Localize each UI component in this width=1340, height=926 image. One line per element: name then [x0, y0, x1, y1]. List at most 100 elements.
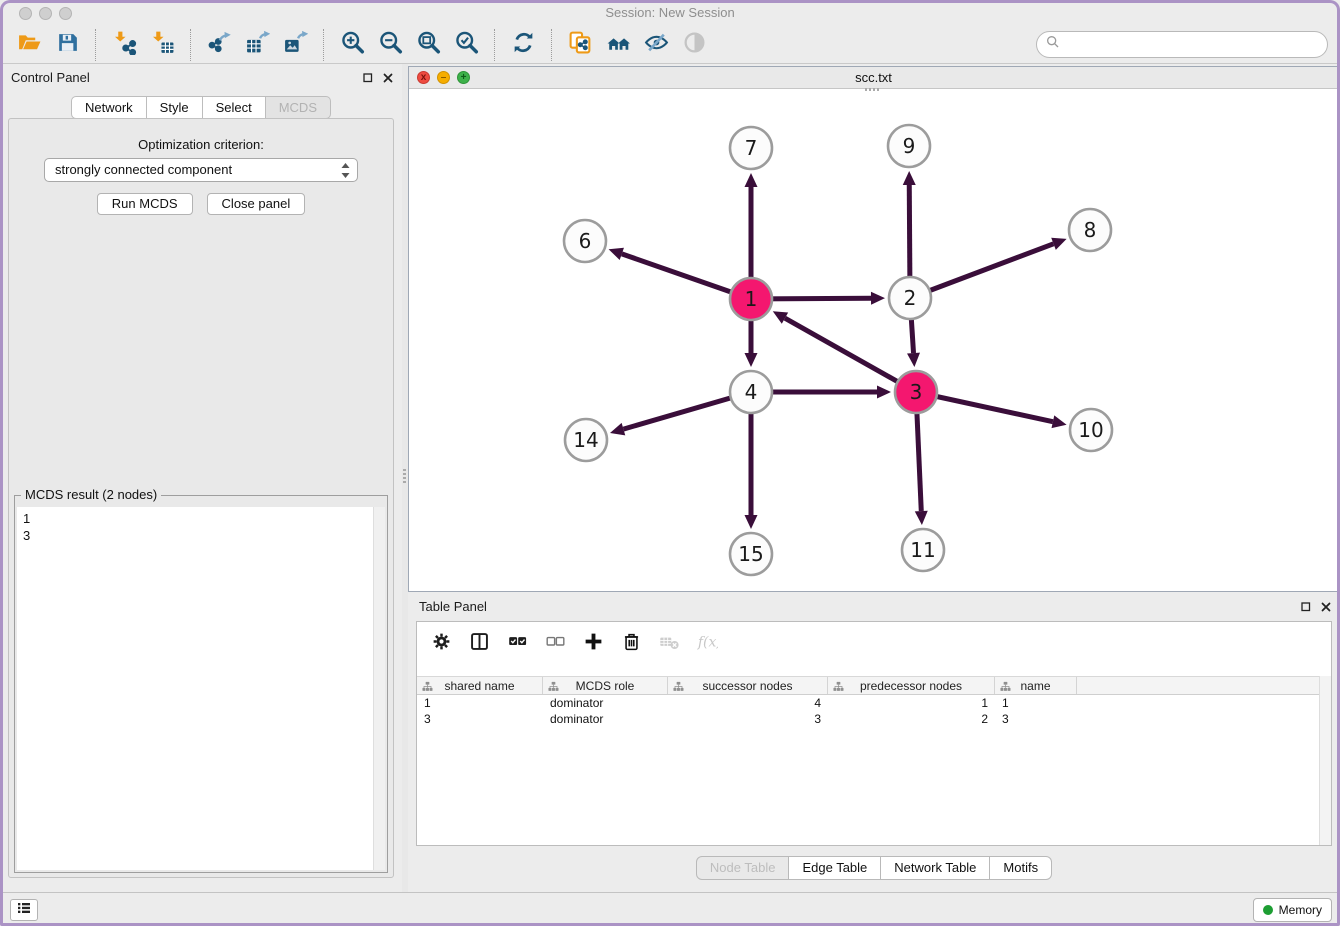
edge-1-6[interactable] [609, 248, 751, 299]
result-line: 1 [23, 510, 379, 527]
tab-network[interactable]: Network [71, 96, 147, 119]
cell-MCDS-role[interactable]: dominator [543, 711, 668, 727]
mcds-result-text[interactable]: 13 [17, 507, 385, 870]
cell-shared-name[interactable]: 3 [417, 711, 543, 727]
show-panels-button[interactable] [10, 899, 38, 921]
table-row[interactable]: 1dominator411 [417, 695, 1319, 711]
tab-network-table[interactable]: Network Table [881, 856, 990, 880]
node-8[interactable]: 8 [1069, 209, 1111, 251]
float-table-panel-icon[interactable] [1300, 600, 1312, 618]
zoom-in-button[interactable] [337, 30, 367, 60]
run-mcds-button[interactable]: Run MCDS [97, 193, 193, 215]
export-table-button[interactable] [242, 30, 272, 60]
column-tree-icon [548, 681, 559, 692]
search-box[interactable] [1036, 31, 1328, 58]
result-scrollbar[interactable] [373, 507, 385, 870]
node-9[interactable]: 9 [888, 125, 930, 167]
delete-table-button[interactable] [657, 632, 681, 656]
memory-button[interactable]: Memory [1253, 898, 1332, 922]
tab-mcds[interactable]: MCDS [266, 96, 331, 119]
network-window-titlebar[interactable]: x – + scc.txt [409, 67, 1338, 89]
window-title: Session: New Session [0, 0, 1340, 26]
column-header-MCDS-role[interactable]: MCDS role [543, 677, 668, 694]
import-network-button[interactable] [109, 30, 139, 60]
duplicate-network-button[interactable] [565, 30, 595, 60]
export-network-button[interactable] [204, 30, 234, 60]
contrast-button[interactable] [679, 30, 709, 60]
function-builder-button[interactable]: f(x) [695, 632, 719, 656]
edge-2-8[interactable] [910, 238, 1067, 298]
node-3[interactable]: 3 [895, 371, 937, 413]
zoom-out-button[interactable] [375, 30, 405, 60]
tab-node-table[interactable]: Node Table [696, 856, 790, 880]
import-table-button[interactable] [147, 30, 177, 60]
add-row-icon [583, 631, 604, 657]
home-button[interactable] [603, 30, 633, 60]
show-columns-button[interactable] [467, 632, 491, 656]
import-table-icon [150, 30, 175, 60]
table-header-row: shared nameMCDS rolesuccessor nodesprede… [417, 676, 1319, 695]
column-header-predecessor-nodes[interactable]: predecessor nodes [828, 677, 995, 694]
node-4[interactable]: 4 [730, 371, 772, 413]
select-all-button[interactable] [505, 632, 529, 656]
zoom-fit-icon [416, 30, 441, 60]
tab-edge-table[interactable]: Edge Table [789, 856, 881, 880]
splitter-grip[interactable] [403, 469, 406, 483]
cell-successor-nodes[interactable]: 4 [668, 695, 828, 711]
apply-layout-button[interactable] [508, 30, 538, 60]
hide-panels-button[interactable] [641, 30, 671, 60]
cell-successor-nodes[interactable]: 3 [668, 711, 828, 727]
table-options-button[interactable] [429, 632, 453, 656]
function-builder-icon: f(x) [697, 631, 718, 657]
cell-name[interactable]: 3 [995, 711, 1077, 727]
delete-row-button[interactable] [619, 632, 643, 656]
node-14[interactable]: 14 [565, 419, 607, 461]
node-2[interactable]: 2 [889, 277, 931, 319]
node-label: 14 [573, 428, 598, 452]
cell-MCDS-role[interactable]: dominator [543, 695, 668, 711]
table-scrollbar[interactable] [1319, 676, 1331, 845]
deselect-all-button[interactable] [543, 632, 567, 656]
column-header-shared-name[interactable]: shared name [417, 677, 543, 694]
column-header-successor-nodes[interactable]: successor nodes [668, 677, 828, 694]
toolbar-separator [190, 29, 191, 61]
zoom-selected-icon [454, 30, 479, 60]
edge-3-10[interactable] [916, 392, 1067, 428]
float-panel-icon[interactable] [362, 71, 374, 89]
toolbar-separator [323, 29, 324, 61]
cell-name[interactable]: 1 [995, 695, 1077, 711]
close-panel-button[interactable]: Close panel [207, 193, 306, 215]
add-row-button[interactable] [581, 632, 605, 656]
save-session-icon [55, 30, 80, 60]
cell-shared-name[interactable]: 1 [417, 695, 543, 711]
table-row[interactable]: 3dominator323 [417, 711, 1319, 727]
close-panel-icon[interactable] [382, 71, 394, 89]
search-input[interactable] [1065, 37, 1315, 52]
edge-3-1[interactable] [773, 311, 916, 392]
column-tree-icon [673, 681, 684, 692]
network-view-window: x – + scc.txt 7 9 6 8 1 2 4 3 14 10 15 11 [408, 66, 1339, 592]
node-1[interactable]: 1 [730, 278, 772, 320]
zoom-selected-button[interactable] [451, 30, 481, 60]
tab-style[interactable]: Style [147, 96, 203, 119]
cell-predecessor-nodes[interactable]: 1 [828, 695, 995, 711]
node-15[interactable]: 15 [730, 533, 772, 575]
node-7[interactable]: 7 [730, 127, 772, 169]
open-folder-button[interactable] [14, 30, 44, 60]
close-table-panel-icon[interactable] [1320, 600, 1332, 618]
column-tree-icon [422, 681, 433, 692]
node-label: 15 [738, 542, 763, 566]
export-image-button[interactable] [280, 30, 310, 60]
node-10[interactable]: 10 [1070, 409, 1112, 451]
column-header-name[interactable]: name [995, 677, 1077, 694]
tab-motifs[interactable]: Motifs [990, 856, 1052, 880]
node-11[interactable]: 11 [902, 529, 944, 571]
tab-select[interactable]: Select [203, 96, 266, 119]
zoom-fit-button[interactable] [413, 30, 443, 60]
network-canvas[interactable]: 7 9 6 8 1 2 4 3 14 10 15 11 [409, 90, 1338, 591]
cell-predecessor-nodes[interactable]: 2 [828, 711, 995, 727]
save-session-button[interactable] [52, 30, 82, 60]
optimization-criterion-select[interactable]: strongly connected component [44, 158, 358, 182]
node-6[interactable]: 6 [564, 220, 606, 262]
node-label: 6 [579, 229, 592, 253]
